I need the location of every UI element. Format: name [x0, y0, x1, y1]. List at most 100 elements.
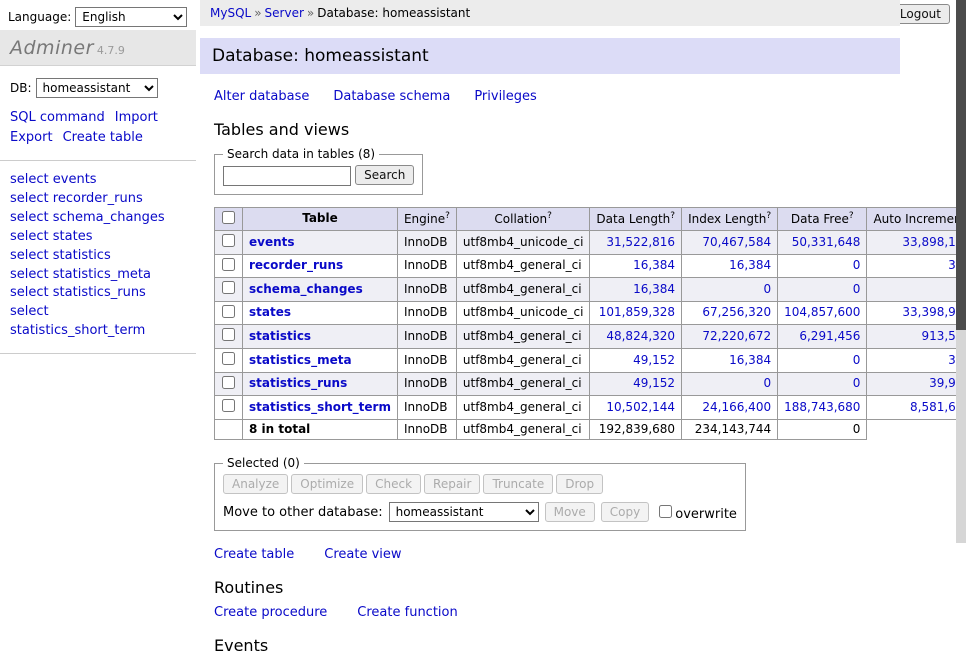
check-button[interactable]: Check: [366, 474, 421, 494]
col-header-engine[interactable]: Engine?: [397, 207, 456, 231]
data-length-link[interactable]: 48,824,320: [606, 329, 675, 343]
column-help-link[interactable]: ?: [766, 211, 771, 221]
breadcrumb-server-link[interactable]: Server: [265, 6, 304, 20]
col-header-table[interactable]: Table: [243, 207, 398, 231]
create-view-link[interactable]: Create view: [324, 547, 401, 562]
table-name-link[interactable]: events: [249, 235, 295, 249]
repair-button[interactable]: Repair: [424, 474, 480, 494]
sidebar-select-link[interactable]: select: [10, 248, 49, 263]
data-free-link[interactable]: 0: [853, 282, 861, 296]
data-length-link[interactable]: 49,152: [633, 376, 675, 390]
data-free-link[interactable]: 0: [853, 376, 861, 390]
sidebar-select-link[interactable]: select: [10, 285, 49, 300]
row-checkbox[interactable]: [222, 399, 235, 412]
create-table-link[interactable]: Create table: [214, 547, 294, 562]
privileges-link[interactable]: Privileges: [474, 89, 537, 104]
sidebar-select-link[interactable]: select: [10, 304, 49, 319]
data-length-link[interactable]: 31,522,816: [606, 235, 675, 249]
row-checkbox[interactable]: [222, 258, 235, 271]
table-name-link[interactable]: statistics_meta: [249, 353, 352, 367]
row-checkbox[interactable]: [222, 234, 235, 247]
select-all-checkbox[interactable]: [222, 211, 235, 224]
sidebar-table-link[interactable]: statistics_runs: [53, 285, 146, 300]
table-name-link[interactable]: recorder_runs: [249, 258, 343, 272]
scrollbar-thumb[interactable]: [956, 0, 966, 330]
move-button[interactable]: Move: [545, 502, 595, 522]
col-header-auto-increment[interactable]: Auto Increment?: [867, 207, 966, 231]
sidebar-table-link[interactable]: schema_changes: [53, 210, 165, 225]
data-free-link[interactable]: 6,291,456: [799, 329, 860, 343]
data-free-link[interactable]: 0: [853, 353, 861, 367]
database-schema-link[interactable]: Database schema: [333, 89, 450, 104]
col-header-collation[interactable]: Collation?: [456, 207, 590, 231]
row-checkbox[interactable]: [222, 305, 235, 318]
truncate-button[interactable]: Truncate: [483, 474, 553, 494]
sidebar-select-link[interactable]: select: [10, 229, 49, 244]
table-name-link[interactable]: statistics_short_term: [249, 400, 391, 414]
data-free-link[interactable]: 104,857,600: [784, 305, 860, 319]
create-table-sidebar-link[interactable]: Create table: [63, 130, 143, 145]
index-length-link[interactable]: 16,384: [729, 353, 771, 367]
col-header-data-length[interactable]: Data Length?: [590, 207, 682, 231]
sidebar-select-link[interactable]: select: [10, 172, 49, 187]
vertical-scrollbar[interactable]: [956, 0, 966, 543]
create-procedure-link[interactable]: Create procedure: [214, 605, 327, 620]
index-length-link[interactable]: 72,220,672: [702, 329, 771, 343]
column-help-link[interactable]: ?: [670, 211, 675, 221]
index-length-link[interactable]: 70,467,584: [702, 235, 771, 249]
sidebar-table-link[interactable]: recorder_runs: [53, 191, 143, 206]
table-name-link[interactable]: statistics: [249, 329, 311, 343]
table-name-link[interactable]: schema_changes: [249, 282, 363, 296]
index-length-link[interactable]: 16,384: [729, 258, 771, 272]
optimize-button[interactable]: Optimize: [291, 474, 363, 494]
sidebar-table-link[interactable]: statistics: [53, 248, 111, 263]
sidebar-select-link[interactable]: select: [10, 267, 49, 282]
data-free-link[interactable]: 188,743,680: [784, 400, 860, 414]
data-length-link[interactable]: 49,152: [633, 353, 675, 367]
data-free-link[interactable]: 0: [853, 258, 861, 272]
sidebar-select-link[interactable]: select: [10, 210, 49, 225]
row-checkbox[interactable]: [222, 328, 235, 341]
sql-command-link[interactable]: SQL command: [10, 110, 105, 125]
sidebar-table-item: select events: [10, 171, 186, 190]
language-select[interactable]: English: [75, 7, 187, 27]
index-length-link[interactable]: 0: [763, 376, 771, 390]
column-help-link[interactable]: ?: [849, 211, 854, 221]
db-select[interactable]: homeassistant: [36, 78, 158, 98]
sidebar-table-link[interactable]: states: [53, 229, 93, 244]
search-button[interactable]: Search: [355, 165, 414, 185]
column-help-link[interactable]: ?: [445, 211, 450, 221]
table-name-link[interactable]: statistics_runs: [249, 376, 347, 390]
copy-button[interactable]: Copy: [601, 502, 649, 522]
data-length-link[interactable]: 10,502,144: [606, 400, 675, 414]
drop-button[interactable]: Drop: [556, 474, 603, 494]
column-help-link[interactable]: ?: [547, 211, 552, 221]
row-checkbox[interactable]: [222, 352, 235, 365]
data-free-link[interactable]: 50,331,648: [792, 235, 861, 249]
index-length-link[interactable]: 0: [763, 282, 771, 296]
import-link[interactable]: Import: [115, 110, 158, 125]
analyze-button[interactable]: Analyze: [223, 474, 288, 494]
table-name-link[interactable]: states: [249, 305, 291, 319]
data-length-link[interactable]: 101,859,328: [599, 305, 675, 319]
export-link[interactable]: Export: [10, 130, 53, 145]
data-length-link[interactable]: 16,384: [633, 258, 675, 272]
overwrite-checkbox[interactable]: [659, 505, 672, 518]
row-checkbox[interactable]: [222, 281, 235, 294]
move-db-select[interactable]: homeassistant: [389, 502, 539, 522]
row-checkbox[interactable]: [222, 376, 235, 389]
search-input[interactable]: [223, 166, 351, 186]
selected-legend: Selected (0): [223, 456, 304, 470]
sidebar-table-link[interactable]: statistics_short_term: [10, 323, 145, 338]
index-length-link[interactable]: 67,256,320: [702, 305, 771, 319]
sidebar-table-link[interactable]: statistics_meta: [53, 267, 151, 282]
col-header-index-length[interactable]: Index Length?: [682, 207, 778, 231]
sidebar-select-link[interactable]: select: [10, 191, 49, 206]
create-function-link[interactable]: Create function: [357, 605, 457, 620]
col-header-data-free[interactable]: Data Free?: [778, 207, 867, 231]
sidebar-table-link[interactable]: events: [53, 172, 97, 187]
index-length-link[interactable]: 24,166,400: [702, 400, 771, 414]
alter-database-link[interactable]: Alter database: [214, 89, 309, 104]
data-length-link[interactable]: 16,384: [633, 282, 675, 296]
breadcrumb-mysql-link[interactable]: MySQL: [210, 6, 251, 20]
